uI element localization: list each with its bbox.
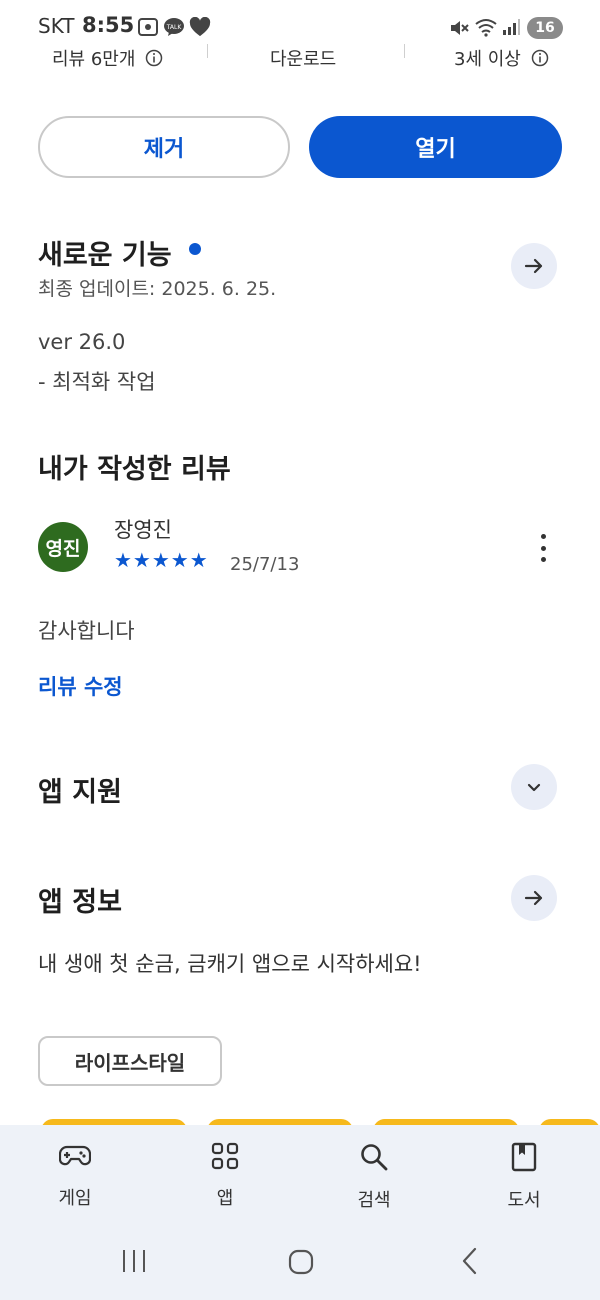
uninstall-button[interactable]: 제거 (38, 116, 290, 178)
nav-label: 게임 (58, 1188, 92, 1209)
battery-level: 16 (527, 17, 563, 39)
app-info-title: 앱 정보 (38, 887, 122, 918)
version-text: ver 26.0 (38, 330, 126, 354)
app-description: 내 생애 첫 순금, 금캐기 앱으로 시작하세요! (38, 952, 422, 976)
info-icon (145, 49, 163, 67)
arrow-right-icon (524, 890, 543, 906)
nav-item-games[interactable]: 게임 (20, 1136, 130, 1226)
app-support-expand-button[interactable] (511, 764, 557, 810)
star-rating: ★★★★★ (114, 548, 209, 572)
edit-review-link[interactable]: 리뷰 수정 (38, 671, 123, 701)
signal-icon (502, 18, 520, 40)
back-button[interactable] (458, 1246, 482, 1280)
back-icon (462, 1247, 477, 1275)
reviews-count[interactable]: 리뷰 6만개 (52, 45, 163, 71)
heart-icon (189, 16, 211, 41)
recents-icon (123, 1250, 145, 1272)
last-updated-text: 최종 업데이트: 2025. 6. 25. (38, 278, 277, 300)
mute-icon (449, 18, 469, 42)
category-chip[interactable]: 라이프스타일 (38, 1036, 222, 1086)
nav-item-books[interactable]: 도서 (469, 1136, 579, 1226)
info-icon (531, 49, 548, 67)
my-review-heading: 내가 작성한 리뷰 (38, 454, 231, 485)
recent-apps-button[interactable] (120, 1246, 148, 1280)
clock: 8:55 (82, 13, 135, 37)
search-icon (361, 1144, 388, 1171)
home-button[interactable] (287, 1246, 315, 1280)
more-options-icon[interactable] (528, 530, 558, 566)
review-body: 감사합니다 (38, 619, 135, 643)
stats-divider (207, 44, 208, 58)
svg-text:TALK: TALK (166, 24, 183, 31)
gamepad-icon (59, 1145, 91, 1166)
reviewer-name: 장영진 (114, 518, 172, 542)
carrier-label: SKT (38, 14, 75, 38)
book-icon (511, 1142, 537, 1172)
nav-item-search[interactable]: 검색 (319, 1136, 429, 1226)
stats-divider (404, 44, 405, 58)
status-bar: SKT 8:55 TALK 16 (0, 0, 600, 44)
gallery-notification-icon (138, 18, 158, 40)
kakaotalk-icon: TALK (163, 17, 185, 41)
nav-label: 앱 (216, 1188, 234, 1209)
avatar: 영진 (38, 522, 88, 572)
app-info-arrow-button[interactable] (511, 875, 557, 921)
age-rating-label: 3세 이상 (454, 49, 521, 70)
age-rating[interactable]: 3세 이상 (454, 45, 549, 71)
downloads-label: 다운로드 (270, 49, 337, 70)
open-button[interactable]: 열기 (309, 116, 562, 178)
new-indicator-dot (189, 243, 201, 255)
reviews-count-label: 리뷰 6만개 (52, 49, 136, 70)
whats-new-arrow-button[interactable] (511, 243, 557, 289)
home-icon (288, 1249, 314, 1275)
wifi-icon (474, 17, 498, 41)
nav-label: 도서 (507, 1190, 541, 1211)
nav-item-apps[interactable]: 앱 (170, 1136, 280, 1226)
review-date: 25/7/13 (230, 554, 300, 575)
arrow-right-icon (524, 258, 543, 274)
chevron-down-icon (527, 783, 541, 792)
nav-label: 검색 (357, 1190, 391, 1211)
app-support-title: 앱 지원 (38, 777, 122, 808)
whats-new-title: 새로운 기능 (38, 240, 172, 271)
update-note-text: - 최적화 작업 (38, 370, 156, 394)
apps-grid-icon (211, 1142, 239, 1170)
